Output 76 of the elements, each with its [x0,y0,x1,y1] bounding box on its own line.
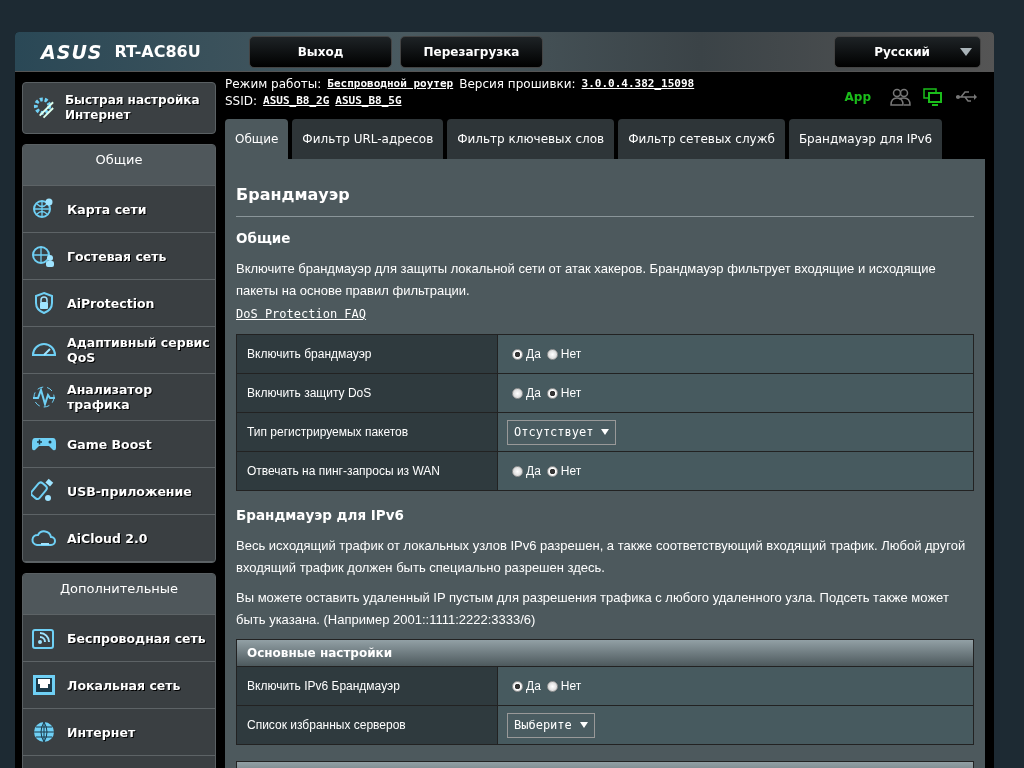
radio-label: Да [526,347,541,361]
radio-label: Нет [560,464,582,478]
setting-label: Включить IPv6 Брандмауэр [237,667,498,705]
description-text: Включите брандмауэр для защиты локальной сети от атак хакеров. Брандмауэр фильтрует входящие и исходящие пакеты на основе правил фильтрации. [236,260,937,300]
gamepad-icon [31,437,57,451]
radio-label: Да [526,464,541,478]
globe-icon [31,719,57,745]
firmware-link[interactable]: 3.0.0.4.382_15098 [581,77,695,91]
radio-button[interactable] [546,680,558,692]
tab[interactable]: Фильтр сетевых служб [618,119,785,159]
radio-button[interactable] [512,387,523,399]
radio-button[interactable] [546,387,558,399]
header-button[interactable]: Перезагрузка [400,35,543,68]
app-link[interactable]: App [844,90,871,104]
setting-label: Включить брандмауэр [237,335,498,373]
quick-setup-item[interactable]: Быстрая настройка Интернет [22,82,216,134]
tab[interactable]: Фильтр URL-адресов [292,119,444,159]
description-text: Вы можете оставить удаленный IP пустым для разрешения трафика с любого удаленного узла. Подсеть также может быть указана. (Например 2001::1111:2222:3333/6) [236,589,950,629]
usb-icon[interactable] [955,90,977,104]
setting-label: Тип регистрируемых пакетов [237,413,498,451]
ssid-label: SSID: [225,94,258,108]
menu-item[interactable]: USB-приложение [23,468,215,515]
radio-label: Нет [560,347,582,361]
menu-section-header: Дополнительные [23,574,215,615]
select-dropdown[interactable]: Отсутствует [507,419,617,445]
menu-item[interactable]: Интернет [23,709,215,756]
clients-icon[interactable] [889,88,911,106]
menu-item[interactable]: Анализатор трафика [23,374,215,421]
radio-button[interactable] [546,348,558,360]
globe-people-icon [31,243,57,269]
menu-item[interactable]: AiProtection [23,280,215,327]
firmware-label: Версия прошивки: [459,77,576,91]
logo: ASUS [41,40,103,63]
setting-label: Отвечать на пинг-запросы из WAN [237,452,498,490]
menu-item[interactable]: Карта сети [23,186,215,233]
ssid-link[interactable]: ASUS_B8_5G [335,94,402,108]
caret-icon [579,722,588,728]
ethernet-port-icon [31,672,57,698]
setting-label: Включить защиту DoS [237,374,498,412]
tab[interactable]: Фильтр ключевых слов [447,119,615,159]
description-text: Весь исходящий трафик от локальных узлов IPv6 разрешен, а также соответствующий входящий трафик. Любой другой входящий трафик должен быть специально разрешен здесь. [236,537,967,577]
menu-item[interactable]: Адаптивный сервис QoS [23,327,215,374]
menu-item[interactable]: Game Boost [23,421,215,468]
caret-icon [601,429,610,435]
tab[interactable]: Брандмауэр для IPv6 [788,119,943,159]
caret-icon [960,47,972,56]
page-title: Брандмауэр [236,185,351,204]
radio-label: Нет [560,386,582,400]
menu-item[interactable]: Локальная сеть [23,662,215,709]
select-dropdown[interactable]: Выберите [507,712,595,738]
tab[interactable]: Общие [225,119,289,159]
radio-button[interactable] [546,465,558,477]
mode-link[interactable]: Беспроводной роутер [327,77,454,91]
section-heading: Общие [236,230,292,246]
header-button[interactable]: Выход [249,35,392,68]
radio-label: Да [526,679,541,693]
section-heading: Брандмауэр для IPv6 [236,507,405,523]
radio-button[interactable] [512,680,523,692]
radio-button[interactable] [512,348,523,360]
menu-section-header: Общие [23,145,215,186]
table-header: Основные настройки [237,640,973,667]
pulse-icon [31,384,57,410]
setting-label: Список избранных серверов [237,706,498,744]
radio-label: Да [526,386,541,400]
ssid-link[interactable]: ASUS_B8_2G [263,94,330,108]
quick-setup-label: Быстрая настройка Интернет [64,93,201,123]
menu-item[interactable]: AiCloud 2.0 [23,515,215,562]
model-name: RT-AC86U [114,42,201,61]
mode-label: Режим работы: [225,77,322,91]
menu-item[interactable]: Гостевая сеть [23,233,215,280]
monitor-icon[interactable] [923,88,943,106]
faq-link[interactable]: DoS Protection FAQ [236,307,367,321]
radio-label: Нет [560,679,582,693]
language-dropdown[interactable]: Русский [834,35,981,68]
radio-button[interactable] [512,465,523,477]
menu-item[interactable]: Беспроводная сеть [23,615,215,662]
